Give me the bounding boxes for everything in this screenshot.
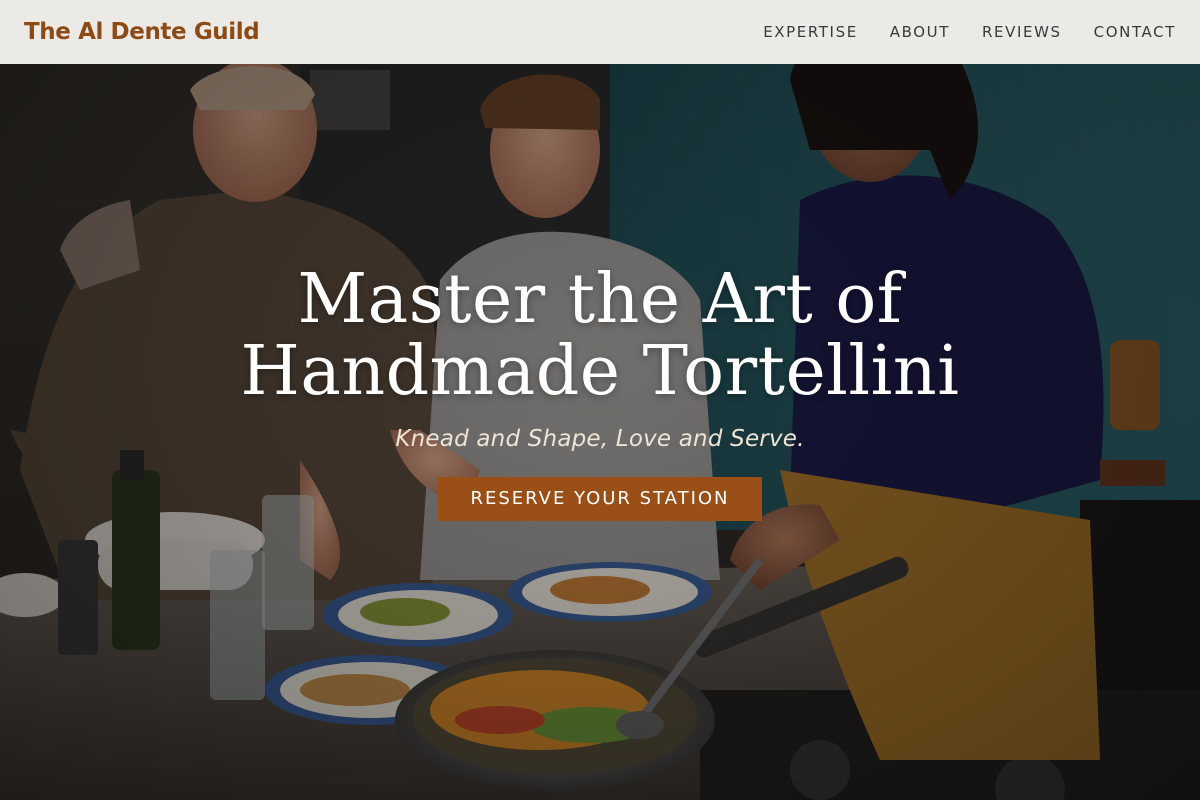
site-header: The Al Dente Guild EXPERTISE ABOUT REVIE… [0, 0, 1200, 64]
nav-link-contact[interactable]: CONTACT [1094, 23, 1176, 41]
hero-title: Master the Art of Handmade Tortellini [0, 264, 1200, 408]
hero-tagline: Knead and Shape, Love and Serve. [395, 426, 805, 452]
main-nav: EXPERTISE ABOUT REVIEWS CONTACT [763, 23, 1176, 41]
brand-logo-link[interactable]: The Al Dente Guild [24, 19, 260, 45]
nav-link-about[interactable]: ABOUT [890, 23, 950, 41]
reserve-station-button[interactable]: RESERVE YOUR STATION [438, 477, 762, 521]
nav-link-expertise[interactable]: EXPERTISE [763, 23, 858, 41]
hero-section: Master the Art of Handmade Tortellini Kn… [0, 264, 1200, 521]
hero-title-line-1: Master the Art of [297, 260, 903, 339]
page: The Al Dente Guild EXPERTISE ABOUT REVIE… [0, 0, 1200, 800]
nav-link-reviews[interactable]: REVIEWS [982, 23, 1062, 41]
hero-title-line-2: Handmade Tortellini [240, 332, 960, 411]
